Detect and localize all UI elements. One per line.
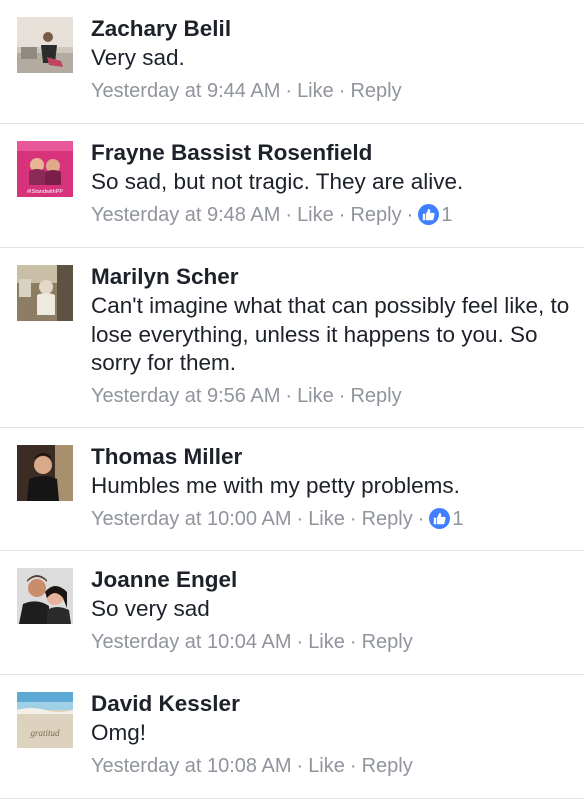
like-button[interactable]: Like [308,629,345,655]
comment: Marilyn Scher Can't imagine what that ca… [0,248,584,428]
reply-button[interactable]: Reply [350,78,401,104]
comment-timestamp[interactable]: Yesterday at 10:08 AM [91,753,292,779]
separator: · [296,754,304,777]
avatar-image [17,568,73,624]
comment-text: Omg! [91,720,147,745]
separator: · [285,203,293,226]
reply-button[interactable]: Reply [362,629,413,655]
avatar-image [17,265,73,321]
separator: · [338,384,346,407]
comment-meta: Yesterday at 9:48 AM · Like · Reply · 1 [91,202,574,228]
comment-meta: Yesterday at 10:08 AM · Like · Reply [91,753,574,779]
separator: · [285,79,293,102]
comment-timestamp[interactable]: Yesterday at 10:00 AM [91,506,292,532]
separator: · [338,203,346,226]
comment-author[interactable]: Marilyn Scher [91,263,574,291]
comment-author[interactable]: Zachary Belil [91,15,574,43]
avatar-image: #IStandwithPP [17,141,73,197]
avatar-caption: #IStandwithPP [27,189,63,195]
comment-author[interactable]: David Kessler [91,690,574,718]
separator: · [285,384,293,407]
comment-text: Can't imagine what that can possibly fee… [91,293,570,375]
like-count[interactable]: 1 [452,506,463,532]
avatar[interactable] [17,17,73,73]
comment-author[interactable]: Joanne Engel [91,566,574,594]
comment-meta: Yesterday at 9:56 AM · Like · Reply [91,383,574,409]
comment-timestamp[interactable]: Yesterday at 9:56 AM [91,383,280,409]
like-button[interactable]: Like [297,78,334,104]
separator: · [349,507,357,530]
avatar-image [17,17,73,73]
comment: Zachary Belil Very sad. Yesterday at 9:4… [0,0,584,124]
comment: Thomas Miller Humbles me with my petty p… [0,428,584,551]
comment-meta: Yesterday at 10:00 AM · Like · Reply · 1 [91,506,574,532]
reply-button[interactable]: Reply [350,202,401,228]
thumbs-up-icon[interactable] [429,508,451,529]
reply-button[interactable]: Reply [350,383,401,409]
comment: gratitud David Kessler Omg! Yesterday at… [0,675,584,799]
comment-text: So very sad [91,596,210,621]
comment: #IStandwithPP Frayne Bassist Rosenfield … [0,124,584,248]
avatar[interactable]: gratitud [17,692,73,748]
avatar[interactable] [17,445,73,501]
reply-button[interactable]: Reply [362,506,413,532]
like-button[interactable]: Like [308,753,345,779]
comment-author[interactable]: Thomas Miller [91,443,574,471]
separator: · [406,203,414,226]
like-button[interactable]: Like [297,383,334,409]
separator: · [296,507,304,530]
comment-text: Humbles me with my petty problems. [91,473,460,498]
like-count[interactable]: 1 [441,202,452,228]
separator: · [349,754,357,777]
comment-author[interactable]: Frayne Bassist Rosenfield [91,139,574,167]
comment: Joanne Engel So very sad Yesterday at 10… [0,551,584,675]
separator: · [417,507,425,530]
comment-list: Zachary Belil Very sad. Yesterday at 9:4… [0,0,584,799]
avatar[interactable]: #IStandwithPP [17,141,73,197]
comment-timestamp[interactable]: Yesterday at 10:04 AM [91,629,292,655]
avatar-caption: gratitud [30,728,60,738]
separator: · [349,630,357,653]
separator: · [296,630,304,653]
comment-text: So sad, but not tragic. They are alive. [91,169,464,194]
separator: · [338,79,346,102]
thumbs-up-icon[interactable] [418,204,440,225]
avatar[interactable] [17,265,73,321]
comment-timestamp[interactable]: Yesterday at 9:48 AM [91,202,280,228]
avatar[interactable] [17,568,73,624]
avatar-image: gratitud [17,692,73,748]
comment-text: Very sad. [91,45,185,70]
avatar-image [17,445,73,501]
comment-timestamp[interactable]: Yesterday at 9:44 AM [91,78,280,104]
comment-meta: Yesterday at 9:44 AM · Like · Reply [91,78,574,104]
like-button[interactable]: Like [297,202,334,228]
reply-button[interactable]: Reply [362,753,413,779]
like-button[interactable]: Like [308,506,345,532]
comment-meta: Yesterday at 10:04 AM · Like · Reply [91,629,574,655]
